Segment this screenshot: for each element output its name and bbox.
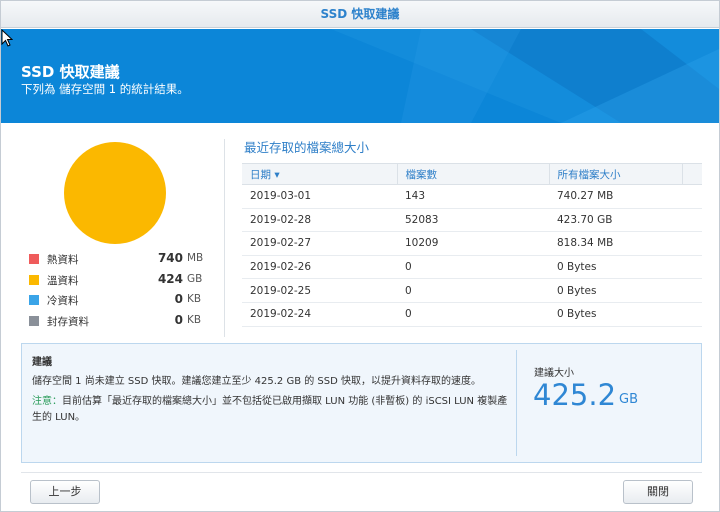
table-row: 2019-02-26 0 0 Bytes [242,255,702,280]
legend-label: 冷資料 [47,295,79,307]
recommended-size-label: 建議大小 [534,368,574,379]
banner-subtitle: 下列為 儲存空間 1 的統計結果。 [21,82,189,96]
recent-access-table: 日期 ▾ 檔案數 所有檔案大小 2019-03-01 143 740.27 MB 2… [242,163,702,327]
legend-item-archive: 封存資料 0 KB [29,313,209,334]
table-row: 2019-02-24 0 0 Bytes [242,302,702,327]
table-row: 2019-02-25 0 0 Bytes [242,278,702,303]
cell-count: 0 [397,302,549,327]
legend-label: 熱資料 [47,254,79,266]
cell-date: 2019-02-28 [242,208,397,233]
table-row: 2019-03-01 143 740.27 MB [242,184,702,209]
legend-unit: MB [187,252,204,264]
legend-swatch-hot [29,254,39,264]
legend-unit: KB [187,313,202,326]
advice-text: 儲存空間 1 尚未建立 SSD 快取。建議您建立至少 425.2 GB 的 SS… [32,376,481,387]
mouse-cursor-icon [1,29,13,47]
section-divider [224,139,225,337]
legend-label: 封存資料 [47,315,89,328]
legend-label: 溫資料 [47,274,79,287]
cell-size: 0 Bytes [549,302,682,327]
column-header-date[interactable]: 日期 ▾ [242,163,398,185]
legend-value: 0 [174,292,183,306]
cell-count: 0 [397,255,549,280]
cell-size: 423.70 GB [549,208,682,233]
cell-date: 2019-02-27 [242,231,397,256]
advice-panel: 建議 儲存空間 1 尚未建立 SSD 快取。建議您建立至少 425.2 GB 的… [21,343,702,463]
legend-unit: GB [187,272,203,285]
data-distribution-pie [63,141,167,249]
advice-note: 注意：目前估算「最近存取的檔案總大小」並不包括從已啟用擷取 LUN 功能 (非暫… [32,394,512,426]
cell-count: 10209 [397,231,549,256]
cell-size: 818.34 MB [549,231,682,256]
table-header-row: 日期 ▾ 檔案數 所有檔案大小 [242,163,702,185]
column-header-size[interactable]: 所有檔案大小 [549,163,683,185]
cell-count: 143 [397,184,549,209]
pie-chart [64,142,166,244]
column-header-count[interactable]: 檔案數 [397,163,550,185]
cell-date: 2019-02-26 [242,255,397,280]
footer-divider [21,472,702,473]
note-text: 目前估算「最近存取的檔案總大小」並不包括從已啟用擷取 LUN 功能 (非暫板) … [32,396,508,423]
window-title: SSD 快取建議 [1,1,719,28]
advice-heading: 建議 [32,357,52,368]
legend-swatch-warm [29,274,39,285]
recommended-size-unit: GB [619,392,638,407]
legend-value: 740 [157,251,183,265]
legend-item-hot: 熱資料 740 MB [29,251,209,272]
column-header-spacer [682,163,702,185]
legend-item-warm: 溫資料 424 GB [29,272,209,293]
pie-legend: 熱資料 740 MB 溫資料 424 GB 冷資料 0 KB 封存資料 0 KB [29,251,209,333]
cell-size: 740.27 MB [549,184,682,209]
banner-title: SSD 快取建議 [21,63,120,81]
previous-button[interactable]: 上一步 [30,480,100,504]
cell-size: 0 Bytes [549,255,682,280]
legend-swatch-archive [29,315,39,326]
legend-unit: KB [187,293,202,305]
table-row: 2019-02-28 52083 423.70 GB [242,208,702,233]
pie-slice-warm [64,142,166,244]
cell-size: 0 Bytes [549,278,682,303]
note-label: 注意： [32,396,62,407]
ssd-cache-advisor-window: SSD 快取建議 SSD 快取建議 下列為 儲存空間 1 的統計結果。 熱資料 … [0,0,720,512]
table-row: 2019-02-27 10209 818.34 MB [242,231,702,256]
legend-item-cold: 冷資料 0 KB [29,292,209,313]
close-button[interactable]: 關閉 [623,480,693,504]
recommended-size-value: 425.2 [533,378,617,412]
sort-desc-icon: ▾ [274,168,280,181]
legend-swatch-cold [29,295,39,305]
cell-count: 0 [397,278,549,303]
legend-value: 424 [157,271,183,286]
cell-date: 2019-02-25 [242,278,397,303]
header-banner: SSD 快取建議 下列為 儲存空間 1 的統計結果。 [1,29,719,123]
cell-date: 2019-03-01 [242,184,397,209]
recent-access-title: 最近存取的檔案總大小 [244,140,370,155]
cell-count: 52083 [397,208,549,233]
cell-date: 2019-02-24 [242,302,397,327]
legend-value: 0 [174,312,183,327]
advice-divider [516,350,517,456]
